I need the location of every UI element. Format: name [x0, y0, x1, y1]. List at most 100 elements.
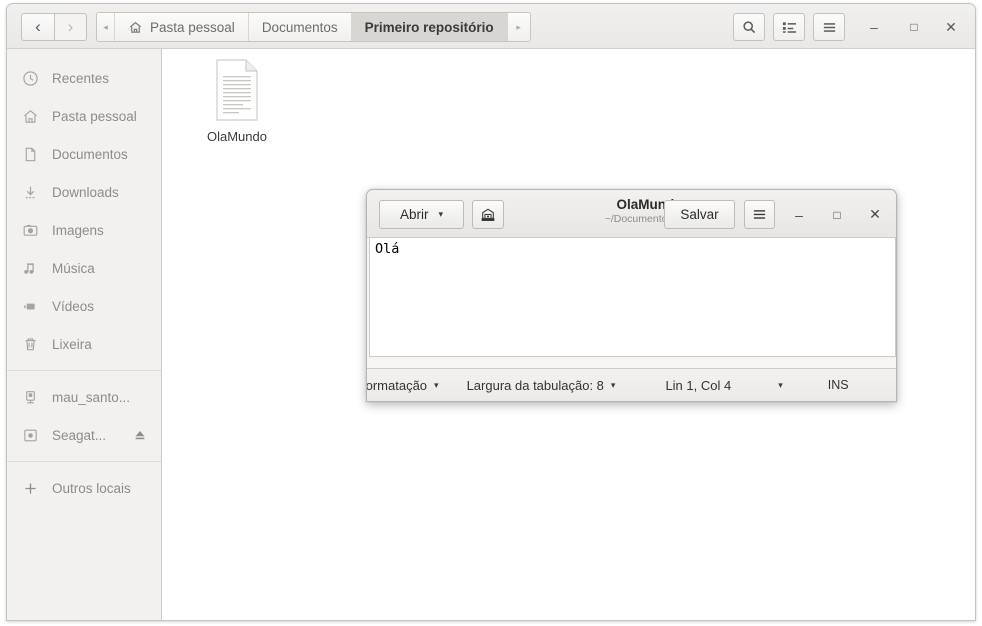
- save-button-label: Salvar: [680, 207, 719, 222]
- sidebar-item-label: Vídeos: [52, 298, 95, 314]
- gedit-text-editor[interactable]: Olá: [369, 238, 896, 357]
- sidebar-item-label: Outros locais: [52, 480, 131, 496]
- triangle-right-icon: ▸: [516, 21, 521, 32]
- search-icon: [742, 20, 757, 35]
- sidebar-item-lixeira[interactable]: Lixeira: [7, 325, 161, 363]
- sidebar-item-label: Documentos: [52, 146, 128, 162]
- chevron-right-icon: ›: [67, 17, 74, 36]
- gedit-document-title: OlaMundo: [616, 197, 683, 212]
- chevron-down-icon: ▾: [434, 379, 439, 390]
- hamburger-menu-icon: [822, 20, 837, 35]
- gedit-maximize-button[interactable]: □: [823, 200, 851, 229]
- sidebar-item-outros-locais[interactable]: Outros locais: [7, 469, 161, 507]
- gedit-document-content: Olá: [375, 241, 400, 257]
- sidebar-item-label: Downloads: [52, 184, 119, 200]
- search-button[interactable]: [733, 13, 765, 41]
- minimize-icon: –: [795, 206, 803, 223]
- tab-width-selector[interactable]: Largura da tabulação: 8 ▾: [467, 378, 616, 393]
- home-icon: [21, 107, 39, 125]
- sidebar-item-downloads[interactable]: Downloads: [7, 173, 161, 211]
- file-manager-header-bar: ‹ › ◂ Pasta pessoal Documentos Primeiro …: [7, 4, 975, 49]
- triangle-left-icon: ◂: [103, 21, 108, 32]
- window-close-button[interactable]: ✕: [937, 13, 965, 41]
- breadcrumb-label: Primeiro repositório: [364, 19, 494, 35]
- highlight-mode-label: formatação: [366, 377, 428, 393]
- list-view-icon: [782, 20, 797, 35]
- text-document-icon: [213, 59, 261, 121]
- computer-icon: [21, 388, 39, 406]
- insert-mode-label: INS: [827, 378, 849, 392]
- music-note-icon: [21, 259, 39, 277]
- view-mode-button[interactable]: [773, 13, 805, 41]
- save-as-icon: [480, 207, 496, 223]
- sidebar-item-label: Música: [52, 260, 95, 276]
- open-button[interactable]: Abrir ▾: [379, 200, 464, 229]
- sidebar-item-documentos[interactable]: Documentos: [7, 135, 161, 173]
- trash-icon: [21, 335, 39, 353]
- gedit-minimize-button[interactable]: –: [785, 200, 813, 229]
- drive-icon: [21, 426, 39, 444]
- insert-mode-indicator: INS: [828, 378, 849, 392]
- video-camera-icon: [21, 297, 39, 315]
- sidebar-item-seagate[interactable]: Seagat...: [7, 416, 161, 454]
- gedit-header-bar: Abrir ▾ OlaMundo ~/Documentos/Pr... Salv…: [367, 190, 896, 238]
- breadcrumb-label: Pasta pessoal: [150, 19, 235, 35]
- nav-back-button[interactable]: ‹: [21, 13, 54, 41]
- window-minimize-button[interactable]: –: [860, 13, 888, 41]
- sidebar-item-label: Pasta pessoal: [52, 108, 137, 124]
- chevron-down-icon: ▾: [438, 209, 444, 219]
- breadcrumb-item-documentos[interactable]: Documentos: [248, 13, 352, 41]
- chevron-down-icon: ▾: [778, 379, 783, 390]
- window-maximize-button[interactable]: □: [900, 13, 928, 41]
- sidebar: Recentes Pasta pessoal Documentos Downlo…: [7, 49, 162, 620]
- sidebar-item-label: Imagens: [52, 222, 104, 238]
- highlight-mode-selector[interactable]: formatação ▾: [366, 377, 439, 393]
- sidebar-divider: [7, 461, 161, 462]
- sidebar-item-pasta-pessoal[interactable]: Pasta pessoal: [7, 97, 161, 135]
- nav-forward-button[interactable]: ›: [54, 13, 87, 41]
- breadcrumb-scroll-right-button[interactable]: ▸: [507, 13, 530, 41]
- breadcrumb-scroll-left-button[interactable]: ◂: [97, 13, 115, 41]
- tab-width-label: Largura da tabulação: 8: [466, 377, 604, 393]
- open-button-label: Abrir: [399, 207, 429, 222]
- chevron-left-icon: ‹: [35, 17, 41, 36]
- download-arrow-icon: [21, 183, 39, 201]
- gedit-menu-button[interactable]: [744, 200, 775, 229]
- minimize-icon: –: [870, 19, 878, 35]
- close-icon: ✕: [945, 18, 957, 35]
- eject-icon[interactable]: [133, 428, 147, 442]
- plus-icon: [21, 479, 39, 497]
- file-item-olamundo[interactable]: OlaMundo: [187, 59, 287, 144]
- sidebar-item-mau-santo[interactable]: mau_santo...: [7, 378, 161, 416]
- breadcrumb-item-pasta-pessoal[interactable]: Pasta pessoal: [115, 13, 249, 41]
- breadcrumb-label: Documentos: [261, 19, 338, 35]
- sidebar-item-imagens[interactable]: Imagens: [7, 211, 161, 249]
- hamburger-menu-icon: [752, 207, 767, 222]
- maximize-icon: □: [910, 20, 918, 34]
- breadcrumb: ◂ Pasta pessoal Documentos Primeiro repo…: [96, 12, 531, 42]
- cursor-position-label: Lin 1, Col 4: [665, 377, 732, 393]
- sidebar-divider: [7, 370, 161, 371]
- chevron-down-icon: ▾: [610, 379, 616, 390]
- sidebar-item-label: Lixeira: [52, 336, 92, 352]
- breadcrumb-item-primeiro-repositorio[interactable]: Primeiro repositório: [351, 13, 508, 41]
- cursor-position-selector[interactable]: Lin 1, Col 4 ▾: [665, 378, 782, 393]
- main-menu-button[interactable]: [813, 13, 845, 41]
- sidebar-item-musica[interactable]: Música: [7, 249, 161, 287]
- save-as-button[interactable]: [472, 200, 504, 229]
- sidebar-item-label: mau_santo...: [52, 389, 131, 405]
- maximize-icon: □: [833, 207, 841, 222]
- gedit-status-bar: formatação ▾ Largura da tabulação: 8 ▾ L…: [366, 368, 896, 401]
- home-icon: [128, 20, 143, 35]
- save-button[interactable]: Salvar: [664, 200, 735, 229]
- clock-icon: [21, 69, 39, 87]
- document-icon: [21, 145, 39, 163]
- sidebar-item-label: Seagat...: [52, 427, 107, 443]
- gedit-document-path: ~/Documentos/Pr...: [604, 213, 695, 225]
- sidebar-item-recentes[interactable]: Recentes: [7, 59, 161, 97]
- file-item-label: OlaMundo: [207, 129, 267, 144]
- sidebar-item-label: Recentes: [52, 70, 110, 86]
- sidebar-item-videos[interactable]: Vídeos: [7, 287, 161, 325]
- gedit-title-block: OlaMundo ~/Documentos/Pr...: [517, 197, 782, 225]
- gedit-close-button[interactable]: ✕: [861, 200, 889, 229]
